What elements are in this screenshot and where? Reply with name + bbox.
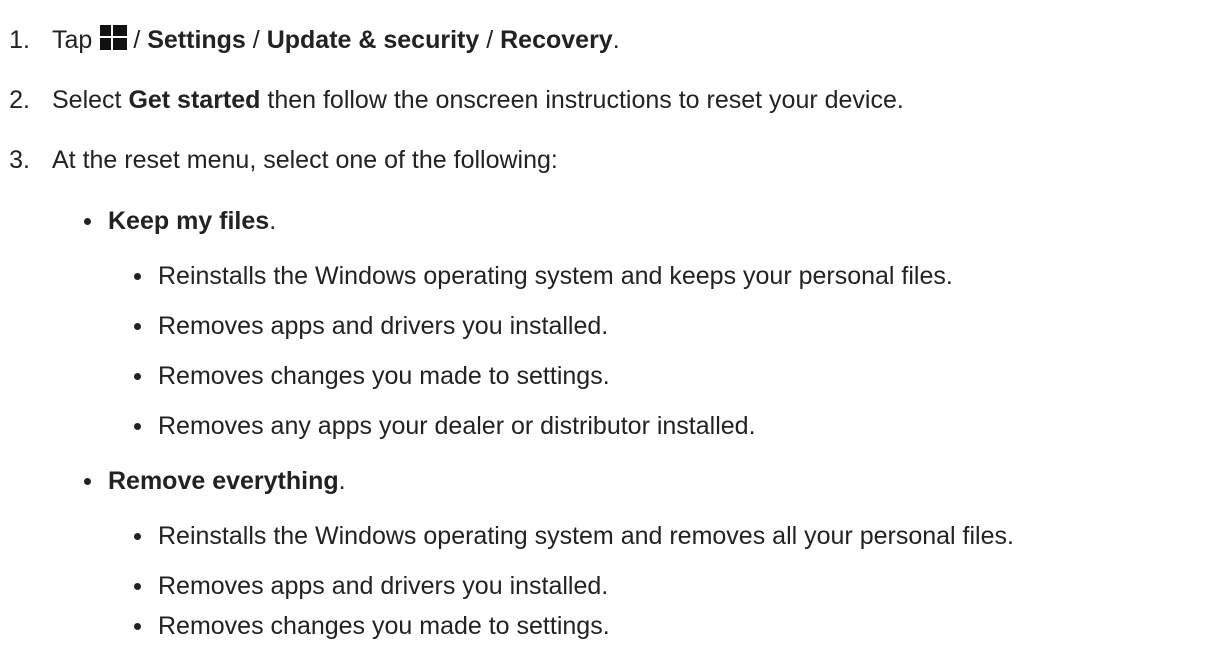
option-remove-everything: Remove everything.: [84, 461, 346, 501]
list-item: Removes any apps your dealer or distribu…: [134, 406, 756, 446]
path-separator: /: [252, 25, 260, 54]
list-item: Removes changes you made to settings.: [134, 356, 610, 396]
windows-logo-icon: [100, 24, 128, 50]
step-text: Tap: [52, 25, 93, 54]
bullet-icon: [134, 582, 141, 590]
list-item-text: Reinstalls the Windows operating system …: [158, 521, 1014, 550]
update-security-label: Update & security: [266, 25, 480, 54]
list-item-text: Removes apps and drivers you installed.: [158, 311, 609, 340]
step-number: 2.: [9, 85, 30, 114]
path-separator: /: [133, 25, 141, 54]
step-3: 3. At the reset menu, select one of the …: [0, 140, 558, 180]
bullet-icon: [84, 477, 91, 485]
option-title: Keep my files: [108, 206, 270, 235]
option-keep-my-files: Keep my files.: [84, 201, 276, 241]
bullet-icon: [134, 272, 141, 280]
bullet-icon: [134, 422, 141, 430]
list-item-text: Removes changes you made to settings.: [158, 361, 610, 390]
list-item: Removes apps and drivers you installed.: [134, 566, 608, 606]
list-item-text: Reinstalls the Windows operating system …: [158, 261, 953, 290]
option-title: Remove everything: [108, 466, 339, 495]
step-text: At the reset menu, select one of the fol…: [52, 145, 558, 174]
step-number: 3.: [9, 145, 30, 174]
bullet-icon: [84, 217, 91, 225]
list-item-text: Removes any apps your dealer or distribu…: [158, 411, 756, 440]
list-item: Removes apps and drivers you installed.: [134, 306, 608, 346]
bullet-icon: [134, 322, 141, 330]
recovery-label: Recovery: [500, 25, 613, 54]
list-item: Reinstalls the Windows operating system …: [134, 516, 1014, 556]
bullet-icon: [134, 622, 141, 630]
step-2: 2. Select Get started then follow the on…: [0, 80, 904, 120]
get-started-label: Get started: [128, 85, 261, 114]
instructions-document: 1. Tap / Settings / Update & security / …: [0, 0, 1206, 640]
step-text: then follow the onscreen instructions to…: [267, 85, 904, 114]
bullet-icon: [134, 532, 141, 540]
list-item-text: Removes apps and drivers you installed.: [158, 571, 609, 600]
list-item: Removes changes you made to settings.: [134, 606, 610, 646]
list-item: Reinstalls the Windows operating system …: [134, 256, 953, 296]
option-period: .: [338, 466, 346, 495]
step-suffix: .: [612, 25, 620, 54]
step-1: 1. Tap / Settings / Update & security / …: [0, 20, 620, 60]
option-period: .: [269, 206, 277, 235]
step-text: Select: [52, 85, 122, 114]
step-number: 1.: [9, 25, 30, 54]
settings-label: Settings: [147, 25, 246, 54]
list-item-text: Removes changes you made to settings.: [158, 611, 610, 640]
bullet-icon: [134, 372, 141, 380]
path-separator: /: [486, 25, 494, 54]
